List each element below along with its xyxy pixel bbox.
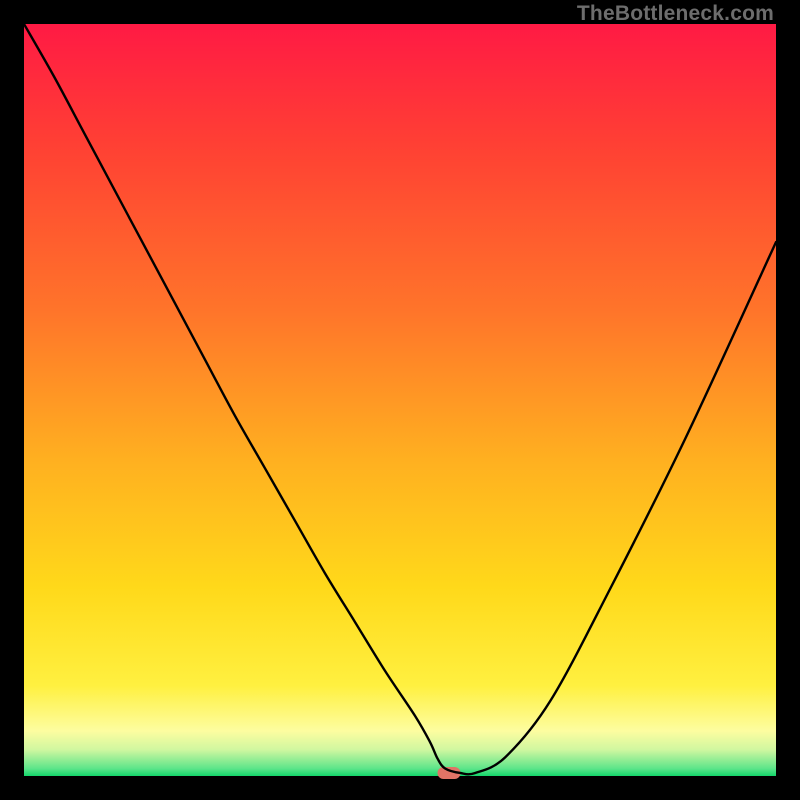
bottleneck-curve <box>24 24 776 776</box>
curve-path <box>24 24 776 774</box>
watermark-text: TheBottleneck.com <box>577 2 774 26</box>
chart-plot-area <box>24 24 776 776</box>
